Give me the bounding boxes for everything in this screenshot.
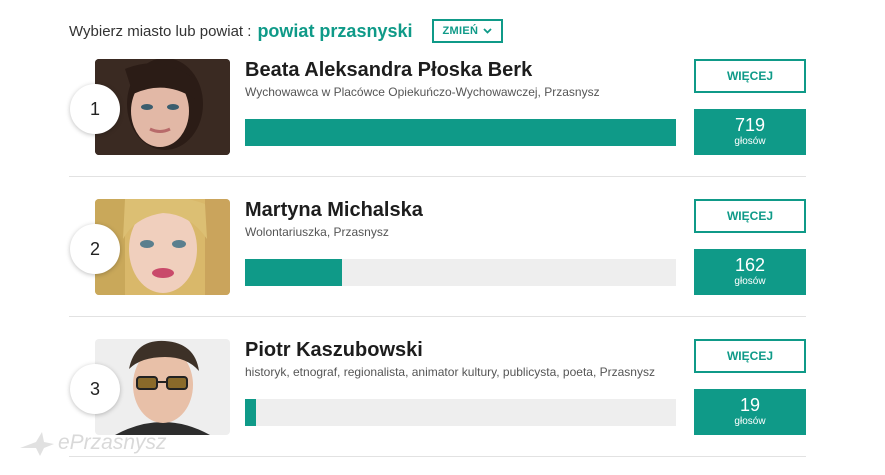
vote-count-box: 162 głosów bbox=[694, 249, 806, 295]
row-divider bbox=[69, 176, 806, 177]
vote-bar bbox=[245, 119, 676, 146]
candidate-row: 2 Martyna Michalska Wolontariuszka, Prza… bbox=[69, 199, 806, 317]
vote-count: 719 bbox=[734, 115, 766, 135]
candidate-row: 1 Beata Aleksandra Płoska Berk Wychowawc… bbox=[69, 59, 806, 177]
candidate-description: historyk, etnograf, regionalista, animat… bbox=[245, 365, 655, 379]
vote-bar bbox=[245, 259, 676, 286]
candidate-name: Beata Aleksandra Płoska Berk bbox=[245, 59, 533, 81]
vote-count-box: 719 głosów bbox=[694, 109, 806, 155]
vote-unit: głosów bbox=[734, 136, 766, 147]
candidate-name: Piotr Kaszubowski bbox=[245, 339, 423, 361]
chevron-down-icon bbox=[483, 28, 492, 34]
more-button[interactable]: WIĘCEJ bbox=[694, 199, 806, 233]
vote-unit: głosów bbox=[734, 276, 766, 287]
more-button[interactable]: WIĘCEJ bbox=[694, 59, 806, 93]
selected-city: powiat przasnyski bbox=[257, 20, 413, 41]
vote-bar-fill bbox=[245, 259, 342, 286]
candidate-name: Martyna Michalska bbox=[245, 199, 423, 221]
change-location-button[interactable]: ZMIEŃ bbox=[431, 19, 504, 43]
vote-count: 19 bbox=[739, 395, 761, 415]
star-logo-icon bbox=[20, 432, 54, 456]
more-button[interactable]: WIĘCEJ bbox=[694, 339, 806, 373]
vote-bar bbox=[245, 399, 676, 426]
candidate-row: 3 Piotr Kaszubowski historyk, etnograf, … bbox=[69, 339, 806, 457]
rank-badge: 3 bbox=[70, 364, 120, 414]
vote-unit: głosów bbox=[734, 416, 766, 427]
vote-count: 162 bbox=[734, 255, 766, 275]
row-divider bbox=[69, 456, 806, 457]
change-location-label: ZMIEŃ bbox=[442, 25, 479, 37]
location-selector: Wybierz miasto lub powiat : powiat przas… bbox=[69, 18, 504, 44]
rank-badge: 1 bbox=[70, 84, 120, 134]
candidate-description: Wolontariuszka, Przasnysz bbox=[245, 225, 389, 239]
vote-bar-fill bbox=[245, 119, 676, 146]
watermark-text: ePrzasnysz bbox=[58, 431, 167, 454]
watermark: ePrzasnysz bbox=[18, 430, 167, 456]
location-label: Wybierz miasto lub powiat : bbox=[69, 22, 252, 40]
rank-badge: 2 bbox=[70, 224, 120, 274]
row-divider bbox=[69, 316, 806, 317]
vote-bar-fill bbox=[245, 399, 257, 426]
candidate-description: Wychowawca w Placówce Opiekuńczo-Wychowa… bbox=[245, 85, 600, 99]
vote-count-box: 19 głosów bbox=[694, 389, 806, 435]
